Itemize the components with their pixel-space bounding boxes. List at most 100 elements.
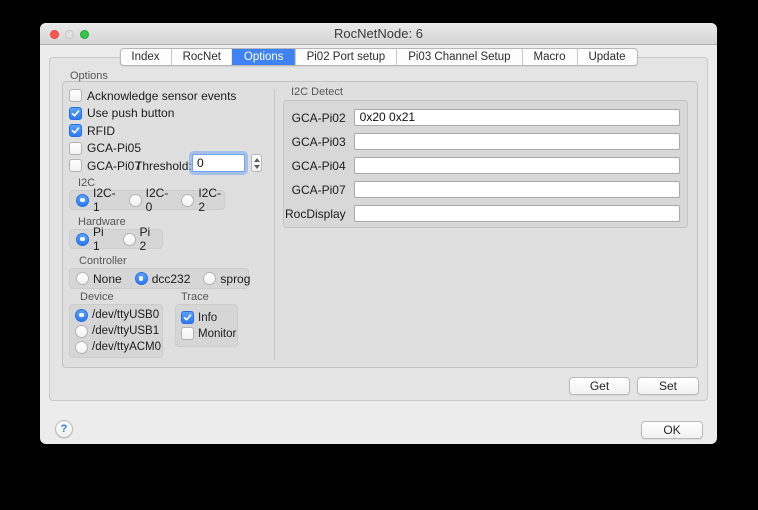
minimize-button[interactable] [65,30,74,39]
set-button[interactable]: Set [637,377,699,395]
checkbox[interactable] [69,124,82,137]
check-icon [183,313,192,322]
window-title: RocNetNode: 6 [40,23,717,44]
checkbox-label: RFID [87,124,115,138]
i2c-radio-group: I2C-1I2C-0I2C-2 [69,190,225,210]
tab-bar: IndexRocNetOptionsPi02 Port setupPi03 Ch… [119,48,637,66]
radio-label: Pi 1 [93,225,110,253]
trace-checkbox-row: Info [181,311,217,324]
radio-option: None [76,272,122,286]
radio-button[interactable] [129,194,142,207]
i2c-detect-label: GCA-Pi07 [284,183,346,197]
i2c-detect-input[interactable]: 0x20 0x21 [354,109,680,126]
radio-label: None [93,272,122,286]
radio-option: /dev/ttyUSB0 [75,309,159,322]
radio-button[interactable] [203,272,216,285]
tab-index[interactable]: Index [120,49,170,65]
radio-label: /dev/ttyACM0 [92,341,161,353]
tab-update[interactable]: Update [576,49,636,65]
device-group-label: Device [80,291,114,303]
radio-button[interactable] [181,194,194,207]
radio-option: /dev/ttyACM0 [75,341,161,354]
tab-macro[interactable]: Macro [522,49,577,65]
checkbox-label: Monitor [198,328,236,340]
trace-checkbox-group: Info Monitor [175,304,238,347]
checkbox-label: Use push button [87,106,174,120]
tab-pi02-port-setup[interactable]: Pi02 Port setup [295,49,397,65]
options-group-label: Options [70,70,108,82]
dialog-window: RocNetNode: 6 IndexRocNetOptionsPi02 Por… [40,23,717,444]
zoom-button[interactable] [80,30,89,39]
radio-label: I2C-1 [93,186,116,214]
check-icon [71,126,80,135]
i2c-detect-row: GCA-Pi03 [284,133,680,150]
column-divider [274,89,275,360]
checkbox-label: GCA-Pi07 [87,159,141,173]
tab-options[interactable]: Options [232,49,295,65]
radio-label: I2C-0 [146,186,169,214]
threshold-label: Threshold: [135,159,192,173]
i2c-detect-groupbox: GCA-Pi02 0x20 0x21 GCA-Pi03 GCA-Pi04 GCA… [283,100,688,228]
checkbox[interactable] [69,89,82,102]
radio-option: I2C-0 [129,186,169,214]
radio-option: I2C-1 [76,186,116,214]
i2c-detect-label: GCA-Pi04 [284,159,346,173]
i2c-detect-label: RocDisplay [284,207,346,221]
threshold-stepper[interactable] [251,154,262,172]
trace-checkbox-row: Monitor [181,327,236,340]
checkbox-label: Acknowledge sensor events [87,89,236,103]
traffic-lights [50,23,89,45]
checkbox[interactable] [69,159,82,172]
i2c-detect-row: RocDisplay [284,205,680,222]
help-button[interactable]: ? [55,420,73,438]
i2c-detect-group-label: I2C Detect [291,86,343,98]
device-radio-group: /dev/ttyUSB0/dev/ttyUSB1/dev/ttyACM0 [69,304,163,358]
radio-button[interactable] [75,309,88,322]
tab-pi03-channel-setup[interactable]: Pi03 Channel Setup [396,49,521,65]
checkbox[interactable] [181,311,194,324]
checkbox[interactable] [69,142,82,155]
radio-option: sprog [203,272,250,286]
checkbox[interactable] [69,107,82,120]
i2c-detect-input[interactable] [354,133,680,150]
radio-option: Pi 2 [123,225,157,253]
i2c-detect-input[interactable] [354,205,680,222]
threshold-input[interactable]: 0 [192,154,245,172]
i2c-detect-input[interactable] [354,157,680,174]
checkbox-label: Info [198,312,217,324]
controller-group-label: Controller [79,255,127,267]
close-button[interactable] [50,30,59,39]
radio-button[interactable] [76,233,89,246]
radio-button[interactable] [75,341,88,354]
radio-button[interactable] [123,233,136,246]
radio-label: sprog [220,272,250,286]
stepper-down-icon[interactable] [254,165,260,169]
i2c-detect-input[interactable] [354,181,680,198]
radio-button[interactable] [76,272,89,285]
radio-button[interactable] [75,325,88,338]
tab-rocnet[interactable]: RocNet [171,49,232,65]
check-icon [71,109,80,118]
i2c-detect-row: GCA-Pi02 0x20 0x21 [284,109,680,126]
ok-button[interactable]: OK [641,421,703,439]
checkbox-row: RFID [69,122,236,140]
radio-option: I2C-2 [181,186,221,214]
title-bar[interactable]: RocNetNode: 6 [40,23,717,45]
hardware-radio-group: Pi 1Pi 2 [69,229,163,249]
stepper-up-icon[interactable] [254,158,260,162]
i2c-detect-row: GCA-Pi07 [284,181,680,198]
radio-button[interactable] [76,194,89,207]
radio-label: Pi 2 [140,225,157,253]
radio-label: I2C-2 [198,186,221,214]
i2c-detect-label: GCA-Pi03 [284,135,346,149]
get-button[interactable]: Get [569,377,630,395]
checkbox[interactable] [181,327,194,340]
radio-label: dcc232 [152,272,191,286]
radio-label: /dev/ttyUSB0 [92,309,159,321]
radio-button[interactable] [135,272,148,285]
radio-option: dcc232 [135,272,191,286]
checkbox-label: GCA-Pi05 [87,141,141,155]
trace-group-label: Trace [181,291,209,303]
radio-option: /dev/ttyUSB1 [75,325,159,338]
checkbox-row: Use push button [69,105,236,123]
